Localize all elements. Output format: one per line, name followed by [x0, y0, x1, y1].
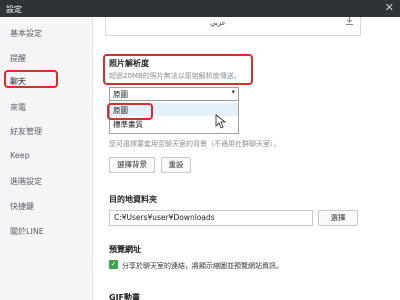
chevron-down-icon: ▾: [231, 88, 235, 96]
select-background-button[interactable]: 選擇背景: [109, 157, 155, 173]
browse-folder-button[interactable]: 選擇: [318, 210, 358, 226]
sidebar-item-general[interactable]: 基本設定: [0, 24, 92, 42]
sidebar-item-advanced[interactable]: 進階設定: [0, 172, 92, 190]
title-bar: 設定 ✕: [0, 0, 400, 17]
sidebar-item-label: 好友管理: [10, 127, 42, 136]
option-label: 標準畫質: [113, 120, 143, 129]
sidebar-item-notifications[interactable]: 提醒: [0, 49, 92, 67]
sidebar: 基本設定 提醒 聊天 來電 好友管理 Keep 進階設定 快捷鍵 關於LINE: [0, 17, 93, 300]
highlight-photo-resolution: [103, 54, 253, 85]
mouse-cursor-icon: [215, 114, 227, 133]
preview-url-title: 預覽網址: [109, 245, 141, 254]
language-file-box: عربي: [105, 17, 361, 36]
sidebar-item-label: 提醒: [10, 54, 26, 63]
sidebar-item-about[interactable]: 關於LINE: [0, 222, 92, 240]
destination-path-value: C:¥Users¥user¥Downloads: [114, 213, 215, 222]
highlight-original-option: [107, 103, 153, 120]
sidebar-item-label: Keep: [10, 151, 30, 160]
download-icon[interactable]: [345, 17, 354, 29]
window-title: 設定: [6, 5, 22, 14]
selected-value: 原圖: [113, 90, 128, 99]
sidebar-item-calls[interactable]: 來電: [0, 98, 92, 116]
sidebar-item-friends[interactable]: 好友管理: [0, 122, 92, 140]
reset-background-button[interactable]: 重設: [161, 157, 191, 173]
sidebar-item-label: 來電: [10, 103, 26, 112]
sidebar-item-label: 關於LINE: [10, 227, 44, 236]
language-label: عربي: [210, 19, 226, 27]
sidebar-item-label: 基本設定: [10, 29, 42, 38]
background-description: 您可選擇要套用至聊天室的背景（不適用社群聊天室）。: [109, 140, 281, 148]
sidebar-item-shortcuts[interactable]: 快捷鍵: [0, 197, 92, 215]
sidebar-item-label: 快捷鍵: [10, 202, 34, 211]
destination-path-field[interactable]: C:¥Users¥user¥Downloads: [109, 210, 313, 226]
sidebar-item-keep[interactable]: Keep: [0, 147, 92, 165]
gif-title: GIF動畫: [109, 293, 141, 300]
sidebar-item-label: 進階設定: [10, 177, 42, 186]
preview-url-checkbox[interactable]: ✓: [109, 260, 118, 269]
close-icon[interactable]: ✕: [385, 1, 394, 14]
photo-resolution-select[interactable]: 原圖 ▾: [109, 87, 239, 101]
destination-folder-title: 目的地資料夾: [109, 195, 157, 204]
highlight-chats: [4, 70, 58, 88]
preview-url-checkbox-label: 分享於聊天室的連結，將顯示縮圖並預覽網站資訊。: [122, 262, 283, 270]
settings-content: عربي 照片解析度 超過20MB的照片無法以原始解析度傳送。 原圖 ▾ 原圖 …: [93, 17, 400, 300]
